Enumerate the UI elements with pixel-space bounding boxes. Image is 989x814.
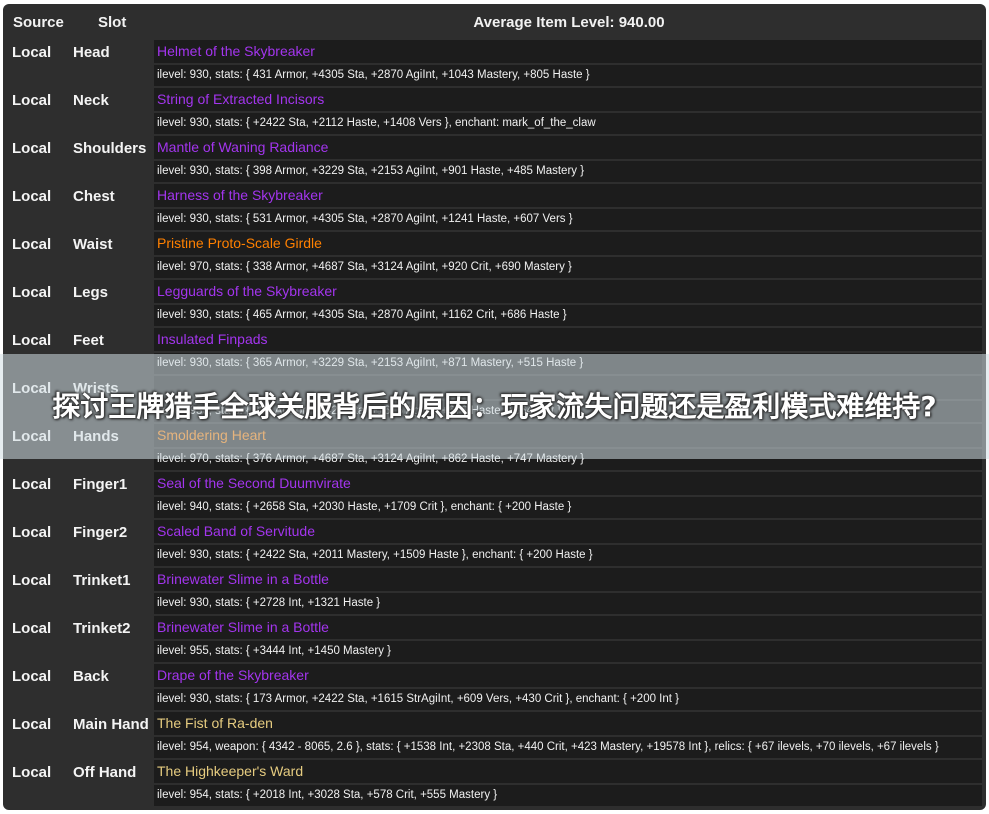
source-cell: Local (12, 524, 52, 541)
source-cell: Local (12, 572, 52, 589)
slot-cell: Feet (73, 332, 104, 349)
item-stats-text: ilevel: 930, stats: { 531 Armor, +4305 S… (154, 209, 982, 230)
item-name-link[interactable]: Seal of the Second Duumvirate (154, 472, 982, 495)
item-stats-text: ilevel: 930, stats: { +2728 Int, +1321 H… (154, 593, 982, 614)
source-cell: Local (12, 284, 52, 301)
table-row: Local Chest Harness of the Skybreaker ileve… (3, 184, 986, 232)
item-name-link[interactable]: Pristine Proto-Scale Girdle (154, 232, 982, 255)
slot-cell: Trinket1 (73, 572, 131, 589)
slot-cell: Chest (73, 188, 115, 205)
source-cell: Local (12, 188, 52, 205)
item-name-link[interactable]: Drape of the Skybreaker (154, 664, 982, 687)
item-stats-text: ilevel: 930, stats: { +2422 Sta, +2011 M… (154, 545, 982, 566)
item-stats-text: ilevel: 930, stats: { +2422 Sta, +2112 H… (154, 113, 982, 134)
item-name-link[interactable]: Legguards of the Skybreaker (154, 280, 982, 303)
table-row: Local Finger1 Seal of the Second Duumvirat… (3, 472, 986, 520)
table-row: Local Trinket1 Brinewater Slime in a Bottl… (3, 568, 986, 616)
table-row: Local Neck String of Extracted Incisors ile… (3, 88, 986, 136)
item-name-link[interactable]: Harness of the Skybreaker (154, 184, 982, 207)
source-cell: Local (12, 668, 52, 685)
table-row: Local Shoulders Mantle of Waning Radiance i… (3, 136, 986, 184)
item-stats-text: ilevel: 955, stats: { +3444 Int, +1450 M… (154, 641, 982, 662)
item-stats-text: ilevel: 930, stats: { 465 Armor, +4305 S… (154, 305, 982, 326)
slot-cell: Off Hand (73, 764, 137, 781)
slot-column-header: Slot (98, 14, 127, 31)
item-stats-text: ilevel: 930, stats: { 431 Armor, +4305 S… (154, 65, 982, 86)
slot-cell: Trinket2 (73, 620, 131, 637)
slot-cell: Head (73, 44, 110, 61)
source-cell: Local (12, 476, 52, 493)
item-name-link[interactable]: The Fist of Ra-den (154, 712, 982, 735)
source-cell: Local (12, 764, 52, 781)
headline-text: 探讨王牌猎手全球关服背后的原因：玩家流失问题还是盈利模式难维持? (52, 389, 937, 423)
item-name-link[interactable]: Insulated Finpads (154, 328, 982, 351)
source-cell: Local (12, 332, 52, 349)
source-cell: Local (12, 236, 52, 253)
slot-cell: Neck (73, 92, 109, 109)
item-stats-text: ilevel: 954, weapon: { 4342 - 8065, 2.6 … (154, 737, 982, 758)
item-name-link[interactable]: The Highkeeper's Ward (154, 760, 982, 783)
slot-cell: Shoulders (73, 140, 147, 157)
item-name-link[interactable]: Brinewater Slime in a Bottle (154, 568, 982, 591)
item-stats-text: ilevel: 930, stats: { 398 Armor, +3229 S… (154, 161, 982, 182)
slot-cell: Finger1 (73, 476, 128, 493)
item-name-link[interactable]: Helmet of the Skybreaker (154, 40, 982, 63)
table-row: Local Back Drape of the Skybreaker ilevel: … (3, 664, 986, 712)
item-stats-text: ilevel: 970, stats: { 338 Armor, +4687 S… (154, 257, 982, 278)
item-name-link[interactable]: Mantle of Waning Radiance (154, 136, 982, 159)
slot-cell: Finger2 (73, 524, 128, 541)
table-row: Local Waist Pristine Proto-Scale Girdle ile… (3, 232, 986, 280)
table-row: Local Trinket2 Brinewater Slime in a Bottl… (3, 616, 986, 664)
source-column-header: Source (13, 14, 64, 31)
source-cell: Local (12, 716, 52, 733)
table-row: Local Main Hand The Fist of Ra-den ilevel: … (3, 712, 986, 760)
table-row: Local Legs Legguards of the Skybreaker ilev… (3, 280, 986, 328)
source-cell: Local (12, 92, 52, 109)
source-cell: Local (12, 620, 52, 637)
source-cell: Local (12, 44, 52, 61)
table-row: Local Finger2 Scaled Band of Servitude ilev… (3, 520, 986, 568)
item-name-link[interactable]: String of Extracted Incisors (154, 88, 982, 111)
slot-cell: Legs (73, 284, 109, 301)
item-name-link[interactable]: Scaled Band of Servitude (154, 520, 982, 543)
item-name-link[interactable]: Brinewater Slime in a Bottle (154, 616, 982, 639)
item-stats-text: ilevel: 930, stats: { 173 Armor, +2422 S… (154, 689, 982, 710)
average-item-level-header: Average Item Level: 940.00 (473, 14, 665, 31)
table-row: Local Head Helmet of the Skybreaker ilevel:… (3, 40, 986, 88)
item-stats-text: ilevel: 940, stats: { +2658 Sta, +2030 H… (154, 497, 982, 518)
slot-cell: Back (73, 668, 109, 685)
slot-cell: Main Hand (73, 716, 149, 733)
headline-banner: 探讨王牌猎手全球关服背后的原因：玩家流失问题还是盈利模式难维持? (0, 354, 989, 459)
source-cell: Local (12, 140, 52, 157)
table-row: Local Off Hand The Highkeeper's Ward ilevel… (3, 760, 986, 808)
item-stats-text: ilevel: 954, stats: { +2018 Int, +3028 S… (154, 785, 982, 806)
slot-cell: Waist (73, 236, 113, 253)
